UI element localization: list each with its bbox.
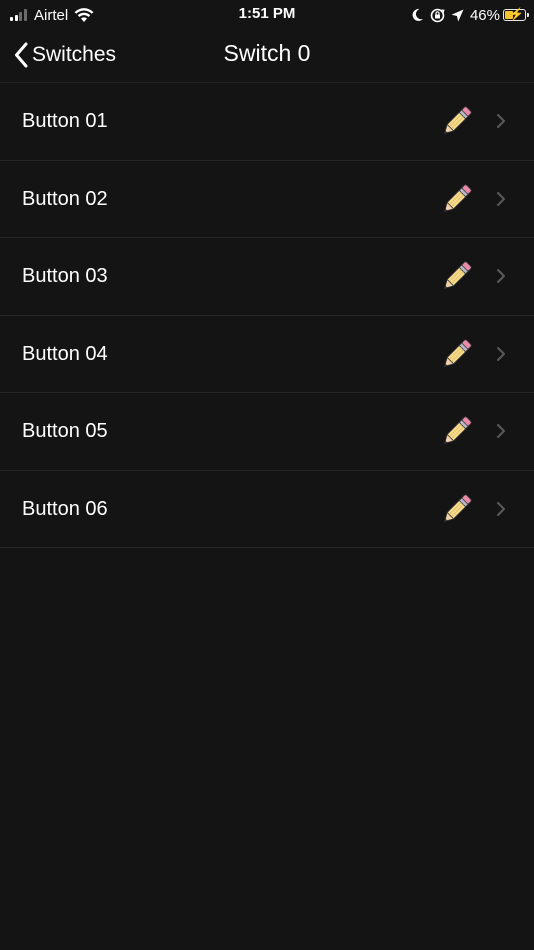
battery-icon: ⚡ bbox=[503, 7, 529, 21]
list-item-label: Button 03 bbox=[22, 265, 108, 287]
chevron-right-icon bbox=[496, 346, 506, 362]
chevron-right-icon bbox=[496, 191, 506, 207]
list-item-label: Button 02 bbox=[22, 187, 108, 210]
page-title: Switch 0 bbox=[223, 40, 311, 66]
pencil-icon[interactable] bbox=[437, 336, 475, 374]
chevron-right-icon bbox=[496, 423, 506, 439]
list-item-label: Button 05 bbox=[22, 420, 108, 442]
status-right: 46% ⚡ bbox=[411, 4, 529, 26]
pencil-icon[interactable] bbox=[437, 491, 475, 529]
charging-bolt-icon: ⚡ bbox=[509, 7, 524, 21]
moon-icon bbox=[411, 8, 424, 22]
list-item-button-04[interactable]: Button 04 bbox=[0, 316, 534, 393]
battery-percent: 46% bbox=[469, 6, 500, 24]
pencil-icon[interactable] bbox=[437, 181, 475, 219]
button-list: Button 01 Button 02 Button 03 Button 04 … bbox=[0, 83, 534, 548]
pencil-icon[interactable] bbox=[437, 258, 475, 296]
screen: Airtel 1:51 PM 46% ⚡ Switches Switch 0 B… bbox=[0, 0, 534, 950]
list-item-button-06[interactable]: Button 06 bbox=[0, 471, 534, 548]
list-item-label: Button 06 bbox=[22, 497, 108, 520]
chevron-right-icon bbox=[496, 113, 506, 129]
navigation-bar: Switches Switch 0 bbox=[0, 30, 534, 83]
list-item-label: Button 01 bbox=[22, 110, 108, 132]
location-arrow-icon bbox=[451, 9, 464, 22]
list-item-button-05[interactable]: Button 05 bbox=[0, 393, 534, 471]
list-item-button-02[interactable]: Button 02 bbox=[0, 161, 534, 238]
orientation-lock-icon bbox=[430, 8, 445, 23]
chevron-right-icon bbox=[496, 501, 506, 517]
pencil-icon[interactable] bbox=[437, 413, 475, 451]
list-item-label: Button 04 bbox=[22, 342, 108, 365]
chevron-right-icon bbox=[496, 268, 506, 284]
status-bar: Airtel 1:51 PM 46% ⚡ bbox=[0, 0, 534, 30]
list-item-button-03[interactable]: Button 03 bbox=[0, 238, 534, 316]
list-item-button-01[interactable]: Button 01 bbox=[0, 83, 534, 161]
pencil-icon[interactable] bbox=[437, 103, 475, 141]
